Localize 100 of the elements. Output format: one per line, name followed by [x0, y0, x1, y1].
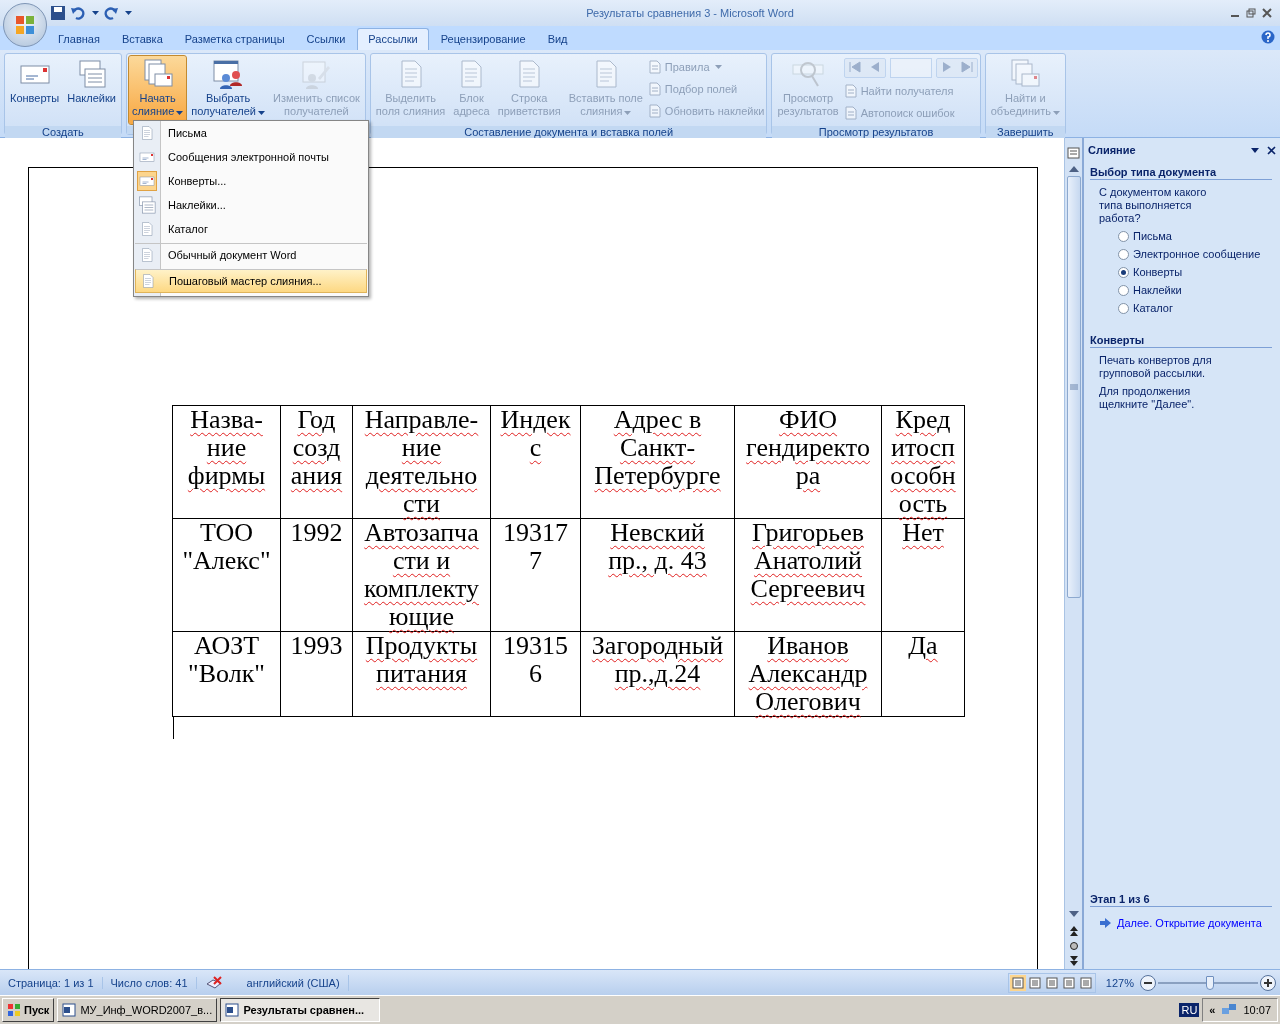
group-label: Создать — [5, 126, 121, 138]
radio-button[interactable] — [1118, 230, 1129, 242]
radio-button[interactable] — [1118, 266, 1129, 278]
document-icon — [647, 82, 662, 96]
caret-icon — [624, 111, 632, 115]
page-view-icon — [1011, 976, 1024, 989]
document-icon — [843, 106, 858, 120]
ruler-icon[interactable] — [1066, 144, 1081, 160]
radio-button[interactable] — [1118, 248, 1129, 260]
list-icon — [139, 221, 155, 237]
radio-option[interactable]: Письма — [1118, 230, 1272, 242]
redo-icon[interactable] — [103, 5, 119, 21]
save-icon[interactable] — [50, 5, 66, 21]
page-view-icon — [1045, 976, 1058, 989]
paragraph: С документом какого типа выполняется работа? — [1099, 186, 1208, 225]
group-label: Составление документа и вставка полей — [370, 126, 767, 138]
scroll-up-icon[interactable] — [1067, 164, 1080, 174]
windows-logo-icon — [7, 1003, 21, 1017]
vertical-scrollbar[interactable] — [1064, 138, 1082, 969]
ribbon-tab[interactable]: Вид — [537, 29, 578, 50]
caret-icon — [1053, 111, 1060, 115]
table-cell: Нет — [881, 518, 965, 632]
menu-item[interactable]: Письма — [135, 122, 367, 144]
view-button[interactable] — [1077, 974, 1094, 991]
section-heading: Выбор типа документа — [1090, 166, 1272, 180]
scroll-thumb[interactable] — [1066, 176, 1081, 598]
status-text: Страница: 1 из 1 — [0, 976, 103, 989]
page-view-icon — [1062, 976, 1075, 989]
table-cell: Год создания — [280, 405, 353, 519]
menu-item[interactable]: Пошаговый мастер слияния... — [135, 269, 367, 293]
pane-title: Слияние — [1088, 144, 1137, 156]
help-icon[interactable] — [1261, 30, 1275, 44]
ribbon-button[interactable]: Наклейки — [64, 56, 119, 124]
table-cell: АОЗТ "Волк" — [172, 631, 281, 717]
close-icon[interactable] — [1262, 8, 1272, 18]
language-indicator[interactable]: RU — [1179, 1003, 1200, 1017]
zoom-in-button[interactable] — [1260, 974, 1276, 991]
taskbar-button[interactable]: Результаты сравнен... — [220, 998, 381, 1022]
documents-icon — [1009, 58, 1042, 90]
taskbar-button[interactable]: МУ_Инф_WORD2007_в... — [57, 998, 218, 1022]
next-link[interactable]: Далее. Открытие документа — [1117, 917, 1262, 929]
radio-button[interactable] — [1118, 302, 1129, 314]
zoom-level[interactable]: 127% — [1105, 976, 1134, 989]
table-cell: Индекс — [490, 405, 581, 519]
ribbon-tab[interactable]: Разметка страницы — [174, 29, 295, 50]
word-document-icon — [139, 247, 155, 263]
list-edit-icon — [300, 58, 333, 90]
radio-button[interactable] — [1118, 284, 1129, 296]
menu-item[interactable]: Наклейки... — [135, 194, 367, 216]
ribbon-tab[interactable]: Вставка — [111, 29, 173, 50]
table-cell: Григорьев Анатолий Сергеевич — [734, 518, 882, 632]
undo-icon[interactable] — [70, 5, 86, 21]
radio-option[interactable]: Наклейки — [1118, 284, 1272, 296]
view-button[interactable] — [1060, 974, 1077, 991]
spelling-icon[interactable] — [204, 974, 223, 991]
arrow-icon — [1100, 918, 1111, 928]
text-cursor — [173, 717, 174, 739]
caret-icon — [176, 111, 184, 115]
language-text[interactable]: английский (США) — [246, 976, 340, 989]
document-icon — [139, 125, 155, 141]
step-heading: Этап 1 из 6 — [1090, 893, 1272, 907]
start-button[interactable]: Пуск — [2, 998, 55, 1022]
ribbon-tab[interactable]: Рецензирование — [430, 29, 536, 50]
table-cell: Да — [881, 631, 965, 717]
slider-thumb[interactable] — [1206, 975, 1214, 990]
document-icon — [647, 60, 662, 74]
ribbon-button[interactable]: Выбрать получателей — [188, 56, 268, 124]
view-button[interactable] — [1026, 974, 1043, 991]
ribbon-button[interactable]: Начать слияние — [128, 56, 187, 124]
radio-option[interactable]: Электронное сообщение — [1118, 248, 1272, 260]
documents-icon — [141, 58, 174, 90]
table-cell: 193156 — [490, 631, 581, 717]
table-cell: Невский пр., д. 43 — [580, 518, 735, 632]
scroll-down-icon[interactable] — [1067, 909, 1080, 919]
zoom-out-button[interactable] — [1140, 974, 1156, 991]
browse-object-icon[interactable] — [1068, 941, 1079, 951]
envelope-icon — [139, 149, 155, 165]
close-icon[interactable] — [1267, 145, 1276, 155]
ribbon-button[interactable]: Конверты — [7, 56, 63, 124]
radio-option[interactable]: Каталог — [1118, 302, 1272, 314]
table-cell: Адрес в Санкт-Петербурге — [580, 405, 735, 519]
paragraph: Печать конвертов для групповой рассылки. — [1099, 354, 1213, 380]
dropdown-icon[interactable] — [1251, 147, 1259, 153]
view-button[interactable] — [1009, 974, 1026, 991]
document-icon — [647, 104, 662, 118]
radio-option[interactable]: Конверты — [1118, 266, 1272, 278]
people-icon — [212, 58, 245, 90]
menu-item[interactable]: Конверты... — [135, 170, 367, 192]
view-button[interactable] — [1043, 974, 1060, 991]
next-page-icon[interactable] — [1068, 955, 1079, 967]
ribbon-tab[interactable]: Рассылки — [357, 28, 429, 50]
menu-item[interactable]: Каталог — [135, 218, 367, 240]
ribbon-tab[interactable]: Главная — [48, 29, 110, 50]
menu-item[interactable]: Обычный документ Word — [135, 243, 367, 266]
restore-icon[interactable] — [1246, 8, 1256, 18]
menu-item[interactable]: Сообщения электронной почты — [135, 146, 367, 168]
tray-expand-button[interactable]: « — [1209, 1004, 1216, 1016]
previous-page-icon[interactable] — [1068, 925, 1079, 937]
page-view-icon — [1028, 976, 1041, 989]
ribbon-tab[interactable]: Ссылки — [296, 29, 356, 50]
